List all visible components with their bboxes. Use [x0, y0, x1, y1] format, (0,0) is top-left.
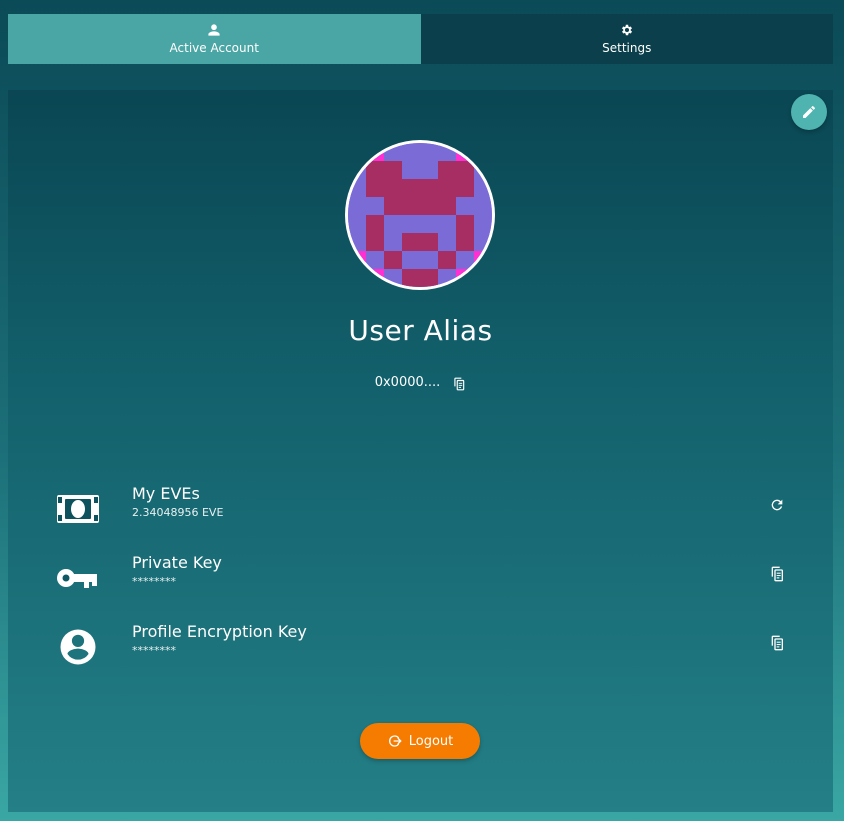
identicon-avatar — [348, 143, 492, 287]
copy-encryption-key-button[interactable] — [768, 634, 786, 652]
lead — [56, 625, 100, 669]
item-text: My EVEs 2.34048956 EVE — [132, 484, 223, 520]
account-list: My EVEs 2.34048956 EVE Private Key *****… — [56, 474, 786, 681]
lead — [56, 556, 100, 600]
tab-label: Active Account — [169, 41, 259, 55]
tab-bar: Active Account Settings — [8, 14, 833, 64]
tab-settings[interactable]: Settings — [420, 14, 833, 64]
logout-button[interactable]: Logout — [360, 723, 480, 759]
avatar — [345, 140, 495, 290]
edit-profile-button[interactable] — [791, 94, 827, 130]
refresh-balance-button[interactable] — [768, 496, 786, 514]
eve-balance: 2.34048956 EVE — [132, 506, 224, 519]
account-address: 0x0000.... — [374, 374, 441, 390]
lead — [56, 487, 100, 531]
account-circle-icon — [60, 629, 96, 664]
list-item-profile-encryption-key: Profile Encryption Key ******** — [56, 612, 786, 681]
key-icon — [57, 568, 97, 588]
pencil-icon — [803, 105, 815, 118]
item-title: Profile Encryption Key — [132, 622, 307, 641]
copy-icon — [771, 566, 783, 582]
tab-active-account[interactable]: Active Account — [8, 14, 421, 64]
item-title: My EVEs — [132, 484, 200, 503]
tab-label: Settings — [602, 41, 652, 55]
item-title: Private Key — [132, 553, 222, 572]
account-card: User Alias 0x0000.... My EVEs 2.34048956… — [8, 90, 833, 812]
logout-label: Logout — [408, 733, 454, 749]
item-text: Private Key ******** — [132, 553, 222, 589]
encryption-key-value: ******** — [132, 644, 176, 657]
list-item-private-key: Private Key ******** — [56, 543, 786, 612]
logout-icon — [388, 735, 402, 747]
list-item-my-eves: My EVEs 2.34048956 EVE — [56, 474, 786, 543]
user-alias: User Alias — [348, 314, 493, 347]
copy-icon — [771, 635, 783, 651]
copy-icon[interactable] — [452, 376, 466, 392]
item-text: Profile Encryption Key ******** — [132, 622, 307, 658]
money-icon — [57, 494, 99, 523]
person-icon — [208, 24, 220, 36]
private-key-value: ******** — [132, 575, 176, 588]
refresh-icon — [771, 499, 783, 511]
gear-icon — [621, 24, 632, 36]
address-row: 0x0000.... — [8, 372, 833, 392]
copy-private-key-button[interactable] — [768, 565, 786, 583]
